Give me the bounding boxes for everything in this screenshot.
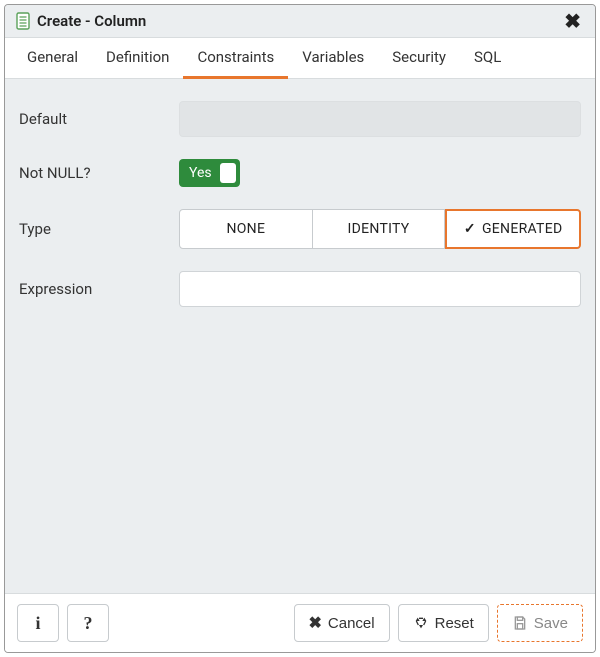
- save-button[interactable]: Save: [497, 604, 583, 642]
- row-type: Type NONE IDENTITY ✓ GENERATED: [19, 209, 581, 249]
- tab-constraints[interactable]: Constraints: [183, 38, 288, 79]
- tab-sql[interactable]: SQL: [460, 38, 515, 79]
- row-default: Default: [19, 101, 581, 137]
- close-icon: ✖: [309, 613, 322, 633]
- check-icon: ✓: [464, 221, 476, 237]
- cancel-label: Cancel: [328, 615, 375, 632]
- column-icon: [15, 12, 31, 30]
- expression-input[interactable]: [179, 271, 581, 307]
- titlebar: Create - Column ✖: [5, 5, 595, 38]
- type-option-identity[interactable]: IDENTITY: [313, 209, 446, 249]
- save-label: Save: [534, 615, 568, 632]
- form-body: Default Not NULL? Yes Type NONE: [5, 79, 595, 593]
- expression-label: Expression: [19, 280, 179, 298]
- row-expression: Expression: [19, 271, 581, 307]
- footer: i ? ✖ Cancel Reset: [5, 593, 595, 652]
- help-button[interactable]: ?: [67, 604, 109, 642]
- notnull-toggle[interactable]: Yes: [179, 159, 240, 187]
- tab-definition[interactable]: Definition: [92, 38, 183, 79]
- close-icon[interactable]: ✖: [560, 11, 585, 31]
- recycle-icon: [413, 615, 429, 631]
- info-icon: i: [35, 613, 40, 634]
- type-option-label: NONE: [226, 221, 265, 237]
- reset-button[interactable]: Reset: [398, 604, 489, 642]
- default-input: [179, 101, 581, 137]
- cancel-button[interactable]: ✖ Cancel: [294, 604, 390, 642]
- notnull-label: Not NULL?: [19, 164, 179, 182]
- save-icon: [512, 615, 528, 631]
- default-label: Default: [19, 110, 179, 128]
- tab-bar: General Definition Constraints Variables…: [5, 38, 595, 79]
- dialog-title: Create - Column: [37, 12, 560, 30]
- help-icon: ?: [84, 613, 93, 634]
- type-option-none[interactable]: NONE: [179, 209, 313, 249]
- tab-general[interactable]: General: [13, 38, 92, 79]
- type-option-label: GENERATED: [482, 221, 563, 237]
- type-label: Type: [19, 220, 179, 238]
- type-option-generated[interactable]: ✓ GENERATED: [445, 209, 581, 249]
- type-option-label: IDENTITY: [348, 221, 410, 237]
- row-notnull: Not NULL? Yes: [19, 159, 581, 187]
- reset-label: Reset: [435, 615, 474, 632]
- create-column-dialog: Create - Column ✖ General Definition Con…: [4, 4, 596, 653]
- toggle-knob: [220, 163, 236, 183]
- tab-security[interactable]: Security: [378, 38, 460, 79]
- tab-variables[interactable]: Variables: [288, 38, 378, 79]
- info-button[interactable]: i: [17, 604, 59, 642]
- type-segmented: NONE IDENTITY ✓ GENERATED: [179, 209, 581, 249]
- toggle-text: Yes: [189, 165, 212, 181]
